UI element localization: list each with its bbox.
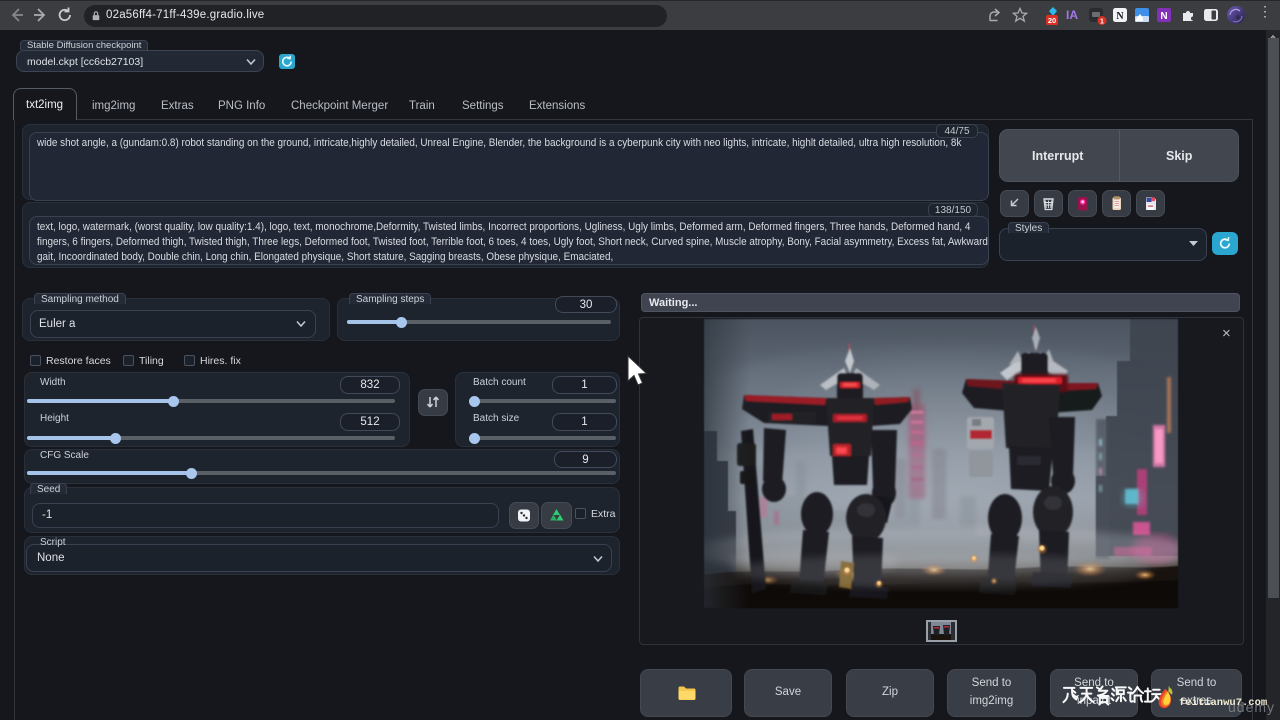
svg-text:1: 1 [1100,18,1104,25]
svg-text:20: 20 [1048,16,1056,25]
svg-text:N: N [1160,11,1167,22]
svg-text:N: N [1116,11,1124,22]
svg-text:feitianwu7.com: feitianwu7.com [1179,697,1267,709]
